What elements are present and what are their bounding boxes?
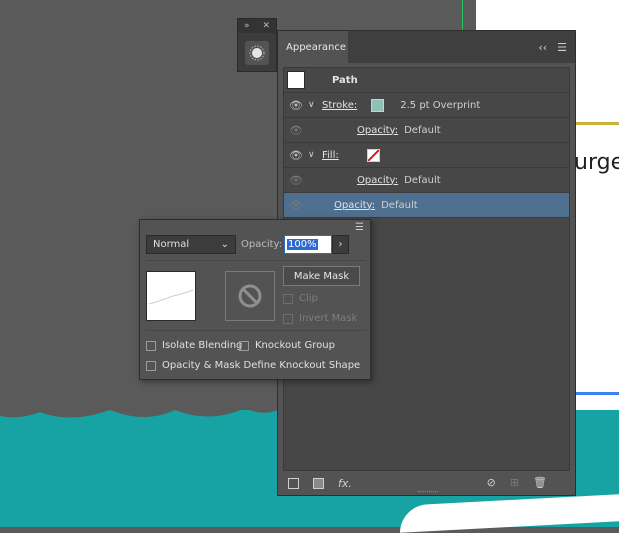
- object-thumbnail[interactable]: [146, 271, 196, 321]
- chevron-down-icon[interactable]: ∨: [308, 150, 322, 160]
- clear-appearance-icon[interactable]: ⊘: [487, 476, 496, 489]
- close-icon[interactable]: ✕: [262, 21, 270, 31]
- isolate-blending-option[interactable]: Isolate Blending: [146, 340, 242, 351]
- opacity-value: Default: [404, 174, 441, 186]
- path-label: Path: [332, 74, 358, 86]
- popup-menu-icon[interactable]: ☰: [355, 222, 364, 233]
- artwork-yellow-line: [576, 122, 619, 125]
- opacity-value: Default: [404, 124, 441, 136]
- delete-icon[interactable]: 🗑: [533, 476, 547, 489]
- opacity-label[interactable]: Opacity:: [357, 175, 398, 186]
- fill-label[interactable]: Fill:: [322, 150, 339, 161]
- clip-checkbox: [283, 293, 293, 304]
- blend-mode-value: Normal: [153, 239, 190, 250]
- visibility-eye-icon[interactable]: 👁: [284, 99, 308, 112]
- isolate-blending-checkbox[interactable]: [146, 340, 156, 351]
- appearance-dock-button[interactable]: [245, 41, 269, 65]
- opacity-mask-knockout-checkbox[interactable]: [146, 360, 156, 371]
- stroke-swatch[interactable]: [371, 98, 385, 112]
- invert-mask-checkbox: [283, 313, 293, 324]
- appearance-row-path[interactable]: Path: [284, 68, 569, 93]
- transparency-popup: ☰ Normal ⌄ Opacity: 100% › Make Mask Cli…: [139, 219, 371, 380]
- opacity-mask-knockout-label: Opacity & Mask Define Knockout Shape: [162, 360, 361, 371]
- add-stroke-icon[interactable]: [288, 477, 299, 489]
- dock-titlebar[interactable]: » ✕: [238, 19, 276, 33]
- knockout-group-option[interactable]: Knockout Group: [239, 340, 335, 351]
- opacity-label[interactable]: Opacity:: [334, 200, 375, 211]
- chevron-down-icon[interactable]: ∨: [308, 100, 322, 110]
- make-mask-button[interactable]: Make Mask: [283, 266, 360, 286]
- clip-label: Clip: [299, 293, 318, 304]
- panel-menu-icon[interactable]: ☰: [557, 41, 567, 54]
- fx-icon[interactable]: fx.: [338, 477, 352, 490]
- mask-thumbnail[interactable]: [225, 271, 275, 321]
- chevron-down-icon: ⌄: [220, 239, 229, 250]
- visibility-eye-icon[interactable]: 👁: [284, 174, 308, 187]
- canvas-text: urge: [574, 150, 619, 175]
- appearance-sun-icon: [249, 45, 265, 61]
- invert-mask-label: Invert Mask: [299, 313, 358, 324]
- opacity-value: Default: [381, 199, 418, 211]
- visibility-eye-icon[interactable]: 👁: [284, 149, 308, 162]
- thumbnail-preview: [148, 289, 194, 305]
- stroke-label[interactable]: Stroke:: [322, 100, 357, 111]
- artwork-blue-line: [576, 392, 619, 395]
- appearance-row-stroke[interactable]: 👁 ∨ Stroke: 2.5 pt Overprint: [284, 93, 569, 118]
- opacity-label: Opacity:: [241, 239, 283, 250]
- appearance-row-fill[interactable]: 👁 ∨ Fill:: [284, 143, 569, 168]
- opacity-slider-toggle[interactable]: ›: [332, 235, 349, 254]
- knockout-group-checkbox[interactable]: [239, 340, 249, 351]
- divider: [146, 260, 366, 261]
- opacity-label[interactable]: Opacity:: [357, 125, 398, 136]
- opacity-input[interactable]: 100%: [284, 235, 332, 254]
- duplicate-item-icon: ⊞: [509, 476, 520, 489]
- resize-grip[interactable]: [418, 491, 438, 495]
- ruler-guide-top: [462, 0, 469, 30]
- visibility-eye-icon[interactable]: 👁: [284, 199, 308, 212]
- expand-icon[interactable]: »: [244, 21, 250, 31]
- collapsed-panel-dock: » ✕: [237, 18, 277, 72]
- visibility-eye-icon[interactable]: 👁: [284, 124, 308, 137]
- tab-appearance[interactable]: Appearance: [278, 31, 348, 63]
- isolate-blending-label: Isolate Blending: [162, 340, 243, 351]
- appearance-row-fill-opacity[interactable]: 👁 Opacity: Default: [284, 168, 569, 193]
- appearance-row-object-opacity[interactable]: 👁 Opacity: Default: [284, 193, 569, 218]
- appearance-row-stroke-opacity[interactable]: 👁 Opacity: Default: [284, 118, 569, 143]
- blend-mode-select[interactable]: Normal ⌄: [146, 235, 236, 254]
- divider: [146, 330, 366, 331]
- opacity-input-value: 100%: [287, 239, 318, 250]
- invert-mask-option: Invert Mask: [283, 313, 357, 324]
- artwork-cloud-edge: [0, 390, 290, 418]
- fill-none-swatch[interactable]: [366, 148, 380, 162]
- add-fill-icon[interactable]: [313, 477, 324, 489]
- knockout-group-label: Knockout Group: [255, 340, 335, 351]
- no-mask-icon: [238, 284, 262, 308]
- panel-header: Appearance ‹‹ ☰: [278, 31, 575, 63]
- opacity-mask-knockout-option[interactable]: Opacity & Mask Define Knockout Shape: [146, 360, 360, 371]
- path-thumbnail: [287, 71, 305, 89]
- collapse-icon[interactable]: ‹‹: [538, 41, 547, 54]
- clip-option: Clip: [283, 293, 318, 304]
- chevron-right-icon: ›: [338, 239, 343, 250]
- stroke-value: 2.5 pt Overprint: [400, 99, 481, 111]
